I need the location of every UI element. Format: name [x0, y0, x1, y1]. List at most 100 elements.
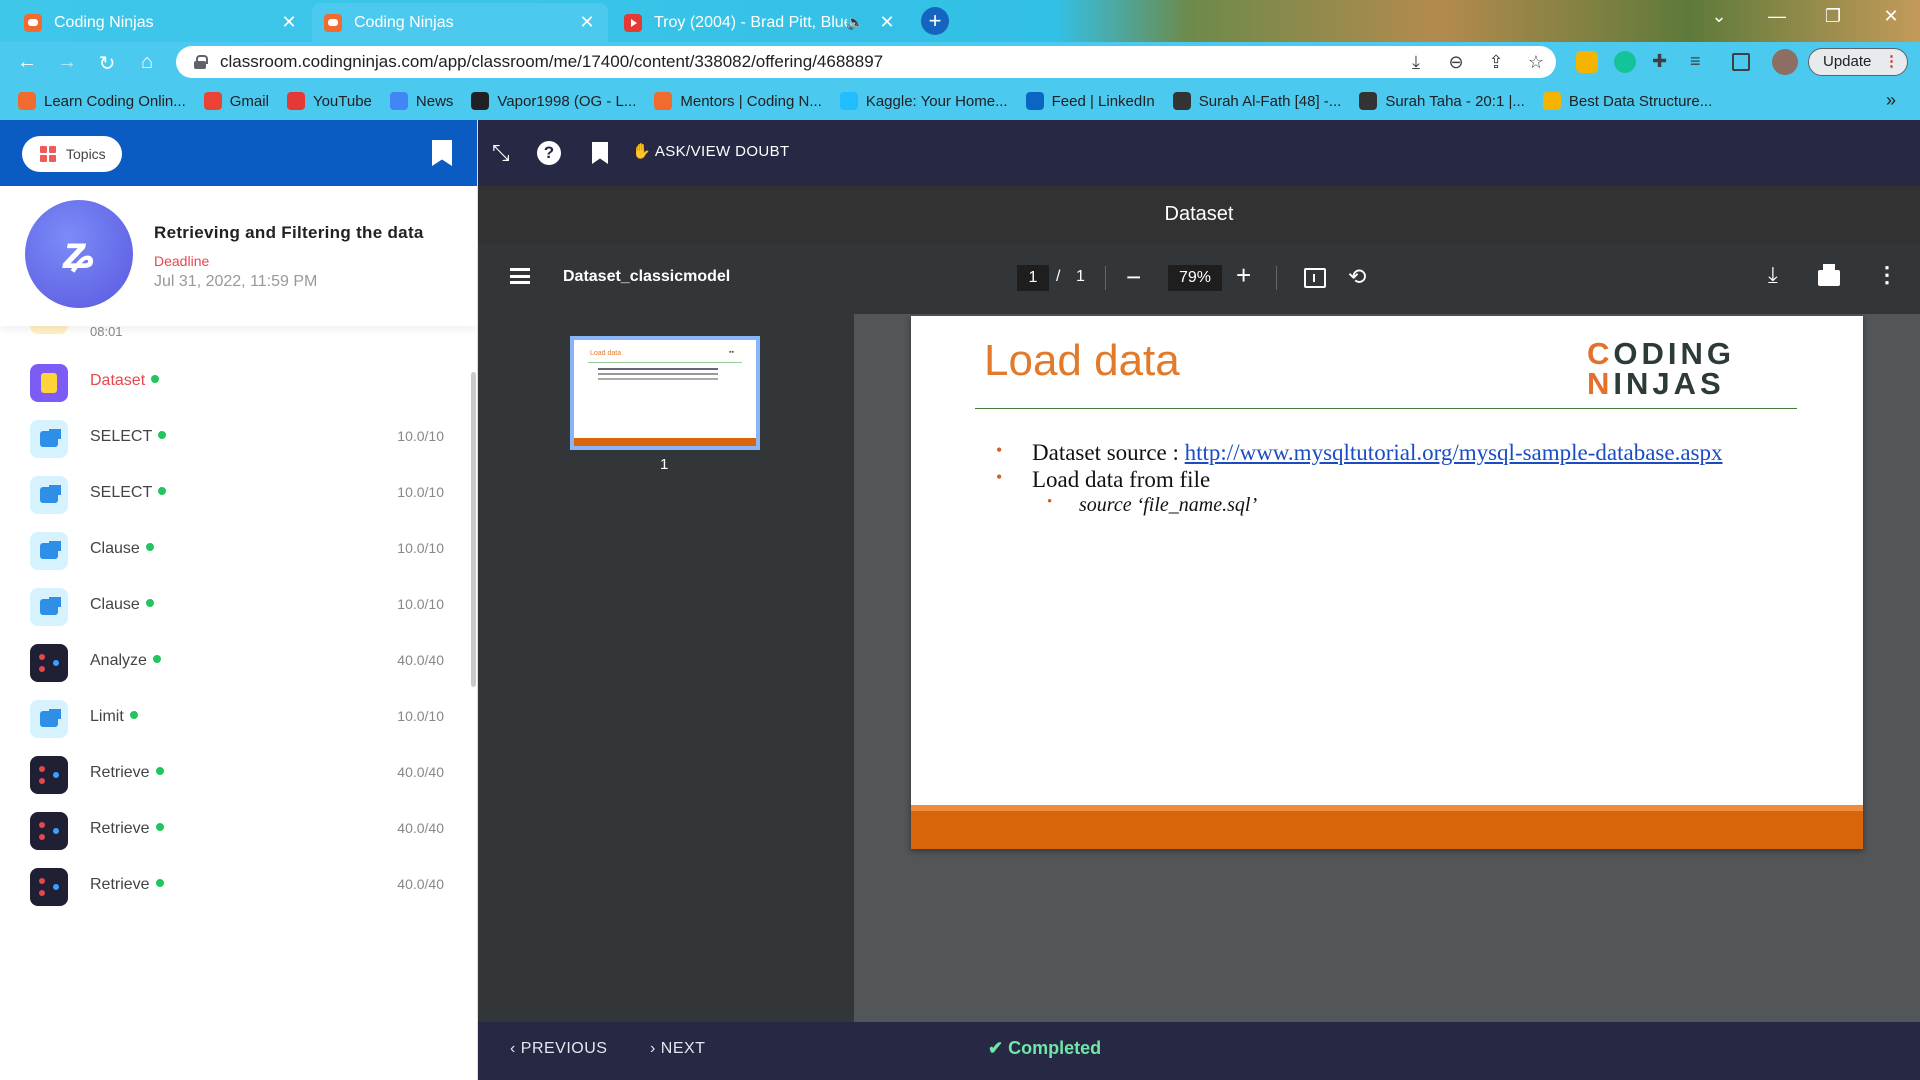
- tab-search-chevron-icon[interactable]: ⌄: [1704, 6, 1734, 27]
- audio-playing-icon[interactable]: 🔈: [847, 14, 864, 31]
- tab-coding-ninjas-1[interactable]: Coding Ninjas ✕: [12, 3, 310, 42]
- slide-footer-bar: [911, 805, 1863, 849]
- thumb-title: Load data: [590, 350, 622, 357]
- course-sidebar: Topics ʑ Retrieving and Filtering the da…: [0, 120, 478, 1080]
- rotate-icon[interactable]: ⟲: [1348, 264, 1366, 290]
- ask-doubt-button[interactable]: ✋ ASK/VIEW DOUBT: [632, 142, 790, 160]
- bookmark-item[interactable]: Feed | LinkedIn: [1025, 92, 1155, 110]
- next-label: NEXT: [660, 1040, 706, 1057]
- item-title: Clause: [90, 540, 140, 557]
- fit-to-page-icon[interactable]: [1304, 268, 1326, 288]
- flow-icon: [30, 868, 68, 906]
- extension-badge-icon[interactable]: [1576, 51, 1598, 73]
- flow-icon: [30, 756, 68, 794]
- extensions-puzzle-icon[interactable]: ✚: [1652, 51, 1674, 73]
- bookmark-item[interactable]: Vapor1998 (OG - L...: [471, 92, 636, 110]
- item-score: 10.0/10: [397, 596, 444, 612]
- coding-ninjas-favicon: [24, 13, 42, 32]
- bookmark-item[interactable]: Best Data Structure...: [1542, 92, 1713, 110]
- zoom-icon[interactable]: ⊖: [1444, 52, 1468, 73]
- item-name: SELECT: [90, 428, 167, 446]
- bookmark-add-icon[interactable]: [592, 142, 608, 164]
- pdf-file-name: Dataset_classicmodel: [563, 268, 731, 285]
- flow-icon: [30, 644, 68, 682]
- bookmark-item[interactable]: News: [389, 92, 453, 110]
- tab-youtube-troy[interactable]: Troy (2004) - Brad Pitt, Blue I 🔈 ✕: [612, 3, 908, 42]
- close-window-icon[interactable]: ✕: [1876, 6, 1906, 27]
- share-icon[interactable]: ⇪: [1484, 52, 1508, 73]
- download-icon[interactable]: ⤓: [1768, 262, 1778, 288]
- close-tab-icon[interactable]: ✕: [578, 12, 596, 33]
- browser-toolbar: ← → ↻ ⌂ classroom.codingninjas.com/app/c…: [0, 42, 1920, 82]
- side-panel-icon[interactable]: [1732, 53, 1750, 71]
- new-tab-button[interactable]: +: [921, 7, 949, 35]
- puzzle-icon: [30, 700, 68, 738]
- bookmark-item[interactable]: Surah Taha - 20:1 |...: [1359, 92, 1525, 110]
- page-thumbnail[interactable]: Load data ▪▪: [570, 336, 760, 450]
- linkedin-icon: [1025, 92, 1044, 110]
- bookmark-item[interactable]: Mentors | Coding N...: [654, 92, 822, 110]
- tab-title: Troy (2004) - Brad Pitt, Blue I: [654, 13, 847, 31]
- close-tab-icon[interactable]: ✕: [878, 12, 896, 33]
- grammarly-icon[interactable]: [1614, 51, 1636, 73]
- completed-dot: [145, 543, 154, 551]
- pdf-viewer[interactable]: Load data CODING NINJAS • Dataset source…: [854, 314, 1920, 1022]
- topics-button[interactable]: Topics: [22, 136, 122, 172]
- page-number-input[interactable]: 1: [1017, 265, 1049, 291]
- bookmark-label: Surah Taha - 20:1 |...: [1385, 92, 1525, 110]
- collapse-expand-icon[interactable]: ⤡: [492, 140, 510, 166]
- lock-icon[interactable]: [194, 55, 208, 69]
- bookmark-item[interactable]: Learn Coding Onlin...: [18, 92, 186, 110]
- completed-dot: [158, 487, 167, 495]
- tab-coding-ninjas-2[interactable]: Coding Ninjas ✕: [312, 3, 608, 42]
- coding-ninjas-favicon-icon: [18, 92, 36, 110]
- bookmark-label: Learn Coding Onlin...: [44, 92, 186, 110]
- item-score: 10.0/10: [397, 708, 444, 724]
- more-bookmarks-icon[interactable]: »: [1886, 90, 1896, 111]
- address-bar[interactable]: classroom.codingninjas.com/app/classroom…: [176, 46, 1556, 78]
- help-icon[interactable]: ?: [537, 141, 561, 165]
- github-icon: [471, 92, 490, 110]
- chart-icon: [1542, 92, 1561, 110]
- bookmark-item[interactable]: Kaggle: Your Home...: [839, 92, 1008, 110]
- next-button[interactable]: › NEXT: [650, 1040, 705, 1058]
- item-title: Limit: [90, 708, 124, 725]
- bookmark-item[interactable]: Surah Al-Fath [48] -...: [1172, 92, 1341, 110]
- item-title: SELECT: [90, 428, 153, 445]
- update-button[interactable]: Update ⋮: [1808, 48, 1908, 76]
- close-tab-icon[interactable]: ✕: [280, 12, 298, 33]
- item-name: Retrieve: [90, 876, 164, 894]
- bookmark-item[interactable]: YouTube: [286, 92, 372, 110]
- kaggle-icon: [839, 92, 858, 110]
- content-list-item[interactable]: Retrieve 40.0/40: [0, 856, 470, 924]
- item-name: Clause: [90, 596, 154, 614]
- ask-doubt-label: ASK/VIEW DOUBT: [654, 143, 790, 160]
- item-title: Dataset: [90, 372, 146, 389]
- slide-bullet: • Dataset source : http://www.mysqltutor…: [996, 440, 1723, 466]
- forward-arrow-icon[interactable]: →: [54, 51, 80, 74]
- dataset-source-link[interactable]: http://www.mysqltutorial.org/mysql-sampl…: [1185, 440, 1723, 465]
- minimize-window-icon[interactable]: —: [1762, 6, 1792, 27]
- previous-button[interactable]: ‹ PREVIOUS: [510, 1040, 607, 1058]
- zoom-out-icon[interactable]: −: [1126, 262, 1141, 293]
- item-title: Clause: [90, 596, 140, 613]
- bookmark-label: Best Data Structure...: [1568, 92, 1713, 110]
- sidebar-scrollbar[interactable]: [471, 372, 476, 687]
- hamburger-menu-icon[interactable]: [510, 268, 530, 284]
- zoom-in-icon[interactable]: +: [1236, 260, 1251, 291]
- profile-avatar[interactable]: [1772, 49, 1798, 75]
- media-control-icon[interactable]: ≡: [1690, 51, 1712, 73]
- zoom-level-input[interactable]: 79%: [1168, 265, 1222, 291]
- install-app-icon[interactable]: ⤓: [1404, 52, 1428, 73]
- back-arrow-icon[interactable]: ←: [14, 51, 40, 74]
- home-icon[interactable]: ⌂: [134, 51, 160, 74]
- reload-icon[interactable]: ↻: [94, 51, 120, 76]
- restore-window-icon[interactable]: ❐: [1818, 6, 1848, 27]
- bookmark-item[interactable]: Gmail: [203, 92, 269, 110]
- item-name: Retrieve: [90, 764, 164, 782]
- print-icon[interactable]: [1818, 264, 1840, 286]
- item-score: 40.0/40: [397, 652, 444, 668]
- bookmark-star-icon[interactable]: ☆: [1524, 52, 1548, 73]
- bookmarks-icon[interactable]: [432, 140, 452, 166]
- more-options-icon[interactable]: ⋮: [1876, 262, 1898, 288]
